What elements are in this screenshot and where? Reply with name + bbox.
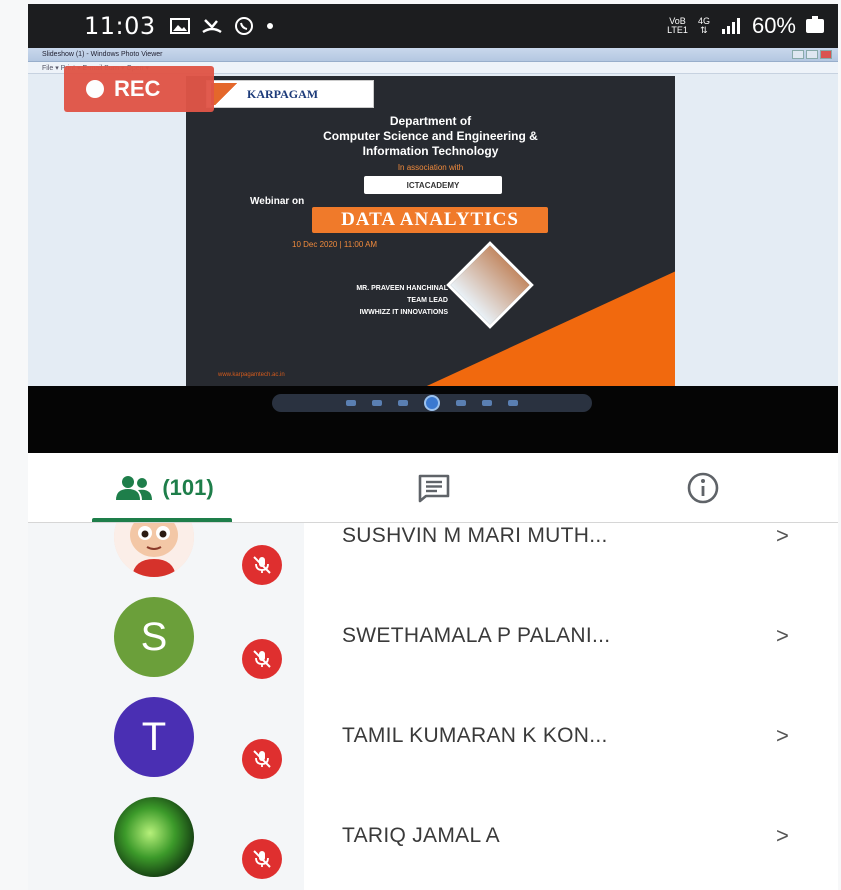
muted-mic-icon bbox=[242, 839, 282, 879]
slideshow-icon bbox=[424, 395, 440, 411]
avatar bbox=[114, 797, 194, 877]
tab-info[interactable] bbox=[568, 453, 838, 522]
whatsapp-icon bbox=[234, 17, 253, 35]
rotate-icon bbox=[482, 400, 492, 406]
avatar: T bbox=[114, 697, 194, 777]
chevron-right-icon[interactable]: > bbox=[776, 823, 789, 849]
speaker-details: MR. PRAVEEN HANCHINAL TEAM LEAD IWWHIZZ … bbox=[356, 285, 448, 316]
volte-indicator: VoB LTE1 bbox=[667, 16, 688, 35]
record-dot-icon bbox=[86, 80, 104, 98]
status-bar: 11:03 VoB LTE1 4G ⇅ 60% bbox=[28, 4, 838, 48]
college-logo: KARPAGAM bbox=[206, 80, 374, 108]
dot-icon bbox=[266, 23, 273, 29]
topic-banner: DATA ANALYTICS bbox=[312, 207, 548, 233]
zoom-icon bbox=[346, 400, 356, 406]
recording-indicator: REC bbox=[64, 66, 214, 112]
tab-chat[interactable] bbox=[300, 453, 568, 522]
notification-icons bbox=[169, 16, 274, 36]
participant-name: TARIQ JAMAL A bbox=[342, 824, 500, 847]
participant-name: SUSHVIN M MARI MUTH... bbox=[342, 524, 608, 547]
participant-name: SWETHAMALA P PALANI... bbox=[342, 624, 611, 647]
participant-row[interactable]: TARIQ JAMAL A > bbox=[28, 793, 838, 890]
missed-call-icon bbox=[201, 19, 222, 34]
signal-icon bbox=[721, 18, 740, 34]
poster-footer-url: www.karpagamtech.ac.in bbox=[218, 372, 285, 378]
window-controls bbox=[792, 50, 832, 59]
viewer-title-bar: Slideshow (1) - Windows Photo Viewer bbox=[28, 48, 838, 62]
viewer-playback-controls bbox=[272, 394, 592, 412]
people-icon bbox=[116, 475, 153, 500]
next-icon bbox=[456, 400, 466, 406]
participant-name: TAMIL KUMARAN K KON... bbox=[342, 724, 608, 747]
status-time: 11:03 bbox=[84, 12, 156, 40]
avatar bbox=[114, 523, 194, 577]
active-tab-indicator bbox=[92, 518, 232, 522]
department-heading: Department of Computer Science and Engin… bbox=[323, 114, 538, 158]
participant-count: (101) bbox=[162, 474, 214, 500]
webinar-on-label: Webinar on bbox=[250, 196, 305, 207]
presentation-video[interactable]: Slideshow (1) - Windows Photo Viewer Fil… bbox=[28, 48, 838, 453]
tab-people[interactable]: (101) bbox=[28, 453, 300, 522]
muted-mic-icon bbox=[242, 739, 282, 779]
battery-percent: 60% bbox=[751, 13, 796, 38]
participant-list[interactable]: SUSHVIN M MARI MUTH... > S SWETHAMALA P … bbox=[28, 523, 838, 890]
chat-icon bbox=[418, 474, 450, 502]
meeting-tabs: (101) bbox=[28, 453, 838, 523]
participant-row[interactable]: S SWETHAMALA P PALANI... > bbox=[28, 593, 838, 693]
cartoon-avatar-icon bbox=[114, 523, 194, 577]
delete-icon bbox=[508, 400, 518, 406]
webinar-poster: KARPAGAM Department of Computer Science … bbox=[186, 76, 675, 386]
avatar: S bbox=[114, 597, 194, 677]
info-icon bbox=[687, 472, 719, 503]
partner-logo: ICTACADEMY bbox=[364, 176, 502, 194]
chevron-right-icon[interactable]: > bbox=[776, 523, 789, 549]
muted-mic-icon bbox=[242, 545, 282, 585]
association-text: In association with bbox=[397, 163, 464, 172]
data-type-indicator: 4G ⇅ bbox=[697, 16, 710, 35]
previous-icon bbox=[398, 400, 408, 406]
fit-icon bbox=[372, 400, 382, 406]
chevron-right-icon[interactable]: > bbox=[776, 723, 789, 749]
battery-icon bbox=[806, 16, 824, 33]
event-date: 10 Dec 2020 | 11:00 AM bbox=[292, 240, 378, 249]
status-right: VoB LTE1 4G ⇅ 60% bbox=[667, 13, 824, 39]
participant-row[interactable]: T TAMIL KUMARAN K KON... > bbox=[28, 693, 838, 793]
muted-mic-icon bbox=[242, 639, 282, 679]
gallery-icon bbox=[169, 18, 190, 34]
chevron-right-icon[interactable]: > bbox=[776, 623, 789, 649]
meet-screen: 11:03 VoB LTE1 4G ⇅ 60% Slideshow (1) - … bbox=[0, 0, 841, 890]
participant-row[interactable]: SUSHVIN M MARI MUTH... > bbox=[28, 523, 838, 593]
